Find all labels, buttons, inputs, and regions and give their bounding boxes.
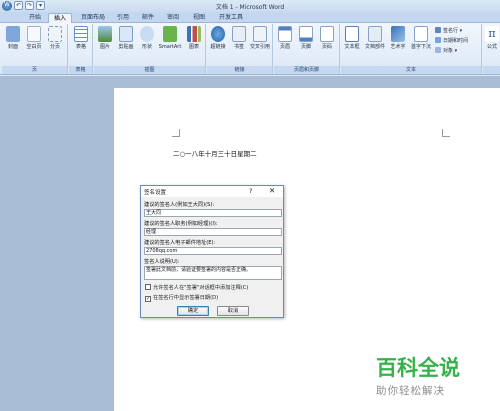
dialog-title-bar: 签名设置 ? ✕ — [141, 186, 283, 197]
wordart-icon — [391, 26, 405, 42]
shapes-button[interactable]: 形状 — [137, 26, 157, 64]
smartart-button[interactable]: SmartArt — [157, 26, 183, 64]
cancel-button[interactable]: 取消 — [217, 306, 249, 316]
footer-button[interactable]: 页脚 — [296, 26, 316, 64]
instructions-textarea[interactable]: 签署此文档前，请验证要签署的内容是否正确。 — [144, 266, 282, 280]
symbols-group-label — [483, 66, 500, 74]
show-date-checkbox[interactable]: ✓ 在签名行中显示签署日期(D) — [145, 294, 218, 302]
cross-reference-icon — [253, 26, 267, 42]
picture-icon — [98, 26, 112, 42]
close-icon[interactable]: ✕ — [269, 186, 275, 195]
illustrations-group: 图片 剪贴画 形状 SmartArt 图表 插图 — [94, 24, 206, 74]
ribbon: 封面 空白页 分页 页 表格 表格 图片 剪贴画 形状 SmartArt 图表 … — [0, 23, 500, 75]
page-break-icon — [48, 26, 62, 42]
illustrations-group-label: 插图 — [94, 66, 205, 74]
pages-group-label: 页 — [2, 66, 67, 74]
margin-corner-top-left — [172, 129, 180, 137]
pi-icon: π — [485, 26, 499, 42]
chart-button[interactable]: 图表 — [184, 26, 204, 64]
hyperlink-button[interactable]: 超链接 — [208, 26, 228, 64]
header-footer-group: 页眉 页脚 页码 页眉和页脚 — [274, 24, 340, 74]
pages-group: 封面 空白页 分页 页 — [2, 24, 68, 74]
cross-reference-button[interactable]: 交叉引用 — [250, 26, 270, 64]
text-group: 文本框 文档部件 艺术字 首字下沉 签名行 ▾ 日期和时间 对象 ▾ 文本 — [341, 24, 482, 74]
help-icon[interactable]: ? — [249, 187, 252, 195]
instructions-label: 签名人说明(U): — [144, 259, 180, 265]
equation-button[interactable]: π 公式 — [484, 26, 500, 64]
page-number-button[interactable]: 页码 — [317, 26, 337, 64]
signer-email-input[interactable]: 2708qq.com — [144, 247, 282, 255]
footer-icon — [299, 26, 313, 42]
object-icon — [435, 47, 441, 53]
table-button[interactable]: 表格 — [71, 26, 91, 64]
signer-title-label: 建议的签名人职务(例如经理)(I): — [144, 221, 218, 227]
checkmark-icon[interactable]: ✓ — [145, 296, 151, 302]
smartart-icon — [163, 26, 177, 42]
title-bar: W ↶ ↷ ▾ 文档 1 - Microsoft Word — [0, 0, 500, 12]
globe-icon — [211, 26, 225, 42]
signer-input[interactable]: 王大同 — [144, 209, 282, 217]
clip-art-button[interactable]: 剪贴画 — [116, 26, 136, 64]
symbols-group: π 公式 — [483, 24, 500, 74]
watermark-title: 百科全说 — [376, 356, 460, 380]
margin-corner-top-right — [442, 129, 450, 137]
document-date-text[interactable]: 二○一八年十月三十日星期二 — [173, 148, 257, 158]
watermark-subtitle: 助你轻松解决 — [376, 385, 445, 397]
bookmark-button[interactable]: 书签 — [229, 26, 249, 64]
blank-page-button[interactable]: 空白页 — [24, 26, 44, 64]
cover-page-button[interactable]: 封面 — [3, 26, 23, 64]
dialog-title: 签名设置 — [144, 190, 167, 196]
links-group: 超链接 书签 交叉引用 链接 — [207, 24, 273, 74]
blank-page-icon — [27, 26, 41, 42]
tab-view[interactable]: 视图 — [188, 13, 210, 23]
page-number-icon — [320, 26, 334, 42]
tab-mailings[interactable]: 邮件 — [137, 13, 159, 23]
allow-comments-label: 允许签名人在"签署"对话框中添加注释(C) — [153, 285, 249, 291]
checkbox-box[interactable] — [145, 284, 151, 290]
signer-title-input[interactable]: 经理 — [144, 228, 282, 236]
links-group-label: 链接 — [207, 66, 272, 74]
signature-setup-dialog: 签名设置 ? ✕ 建议的签名人(例如王大同)(S): 王大同 建议的签名人职务(… — [140, 185, 284, 318]
header-footer-group-label: 页眉和页脚 — [274, 66, 339, 74]
quick-parts-button[interactable]: 文档部件 — [363, 26, 387, 64]
object-button[interactable]: 对象 ▾ — [435, 47, 457, 56]
drop-cap-icon — [414, 26, 428, 42]
bookmark-icon — [232, 26, 246, 42]
header-button[interactable]: 页眉 — [275, 26, 295, 64]
signer-label: 建议的签名人(例如王大同)(S): — [144, 202, 215, 208]
page-break-button[interactable]: 分页 — [45, 26, 65, 64]
ribbon-tabs: 开始 插入 页面布局 引用 邮件 审阅 视图 开发工具 — [0, 12, 500, 23]
tab-home[interactable]: 开始 — [22, 13, 48, 23]
text-box-button[interactable]: 文本框 — [342, 26, 362, 64]
quick-parts-icon — [368, 26, 382, 42]
tab-review[interactable]: 审阅 — [162, 13, 184, 23]
window-title: 文档 1 - Microsoft Word — [215, 4, 285, 11]
text-box-icon — [345, 26, 359, 42]
ok-button[interactable]: 确定 — [177, 306, 209, 316]
show-date-label: 在签名行中显示签署日期(D) — [153, 295, 219, 301]
clip-art-icon — [119, 26, 133, 42]
watermark: 百科全说 助你轻松解决 — [376, 352, 486, 398]
date-time-button[interactable]: 日期和时间 — [435, 37, 468, 46]
signature-line-button[interactable]: 签名行 ▾ — [435, 27, 462, 36]
tab-references[interactable]: 引用 — [112, 13, 134, 23]
allow-comments-checkbox[interactable]: 允许签名人在"签署"对话框中添加注释(C) — [145, 284, 248, 291]
drop-cap-button[interactable]: 首字下沉 — [409, 26, 433, 64]
calendar-icon — [435, 37, 441, 43]
header-icon — [278, 26, 292, 42]
table-group-label: 表格 — [69, 66, 92, 74]
signer-email-label: 建议的签名人电子邮件地址(E): — [144, 240, 216, 246]
chart-icon — [187, 26, 201, 42]
signature-line-icon — [435, 27, 441, 33]
shapes-icon — [140, 26, 154, 42]
tab-page-layout[interactable]: 页面布局 — [76, 13, 110, 23]
text-group-label: 文本 — [341, 66, 481, 74]
tab-developer[interactable]: 开发工具 — [214, 13, 248, 23]
table-group: 表格 表格 — [69, 24, 93, 74]
cover-page-icon — [6, 26, 20, 42]
wordart-button[interactable]: 艺术字 — [388, 26, 408, 64]
table-icon — [74, 26, 88, 42]
tab-insert[interactable]: 插入 — [48, 13, 72, 23]
picture-button[interactable]: 图片 — [95, 26, 115, 64]
